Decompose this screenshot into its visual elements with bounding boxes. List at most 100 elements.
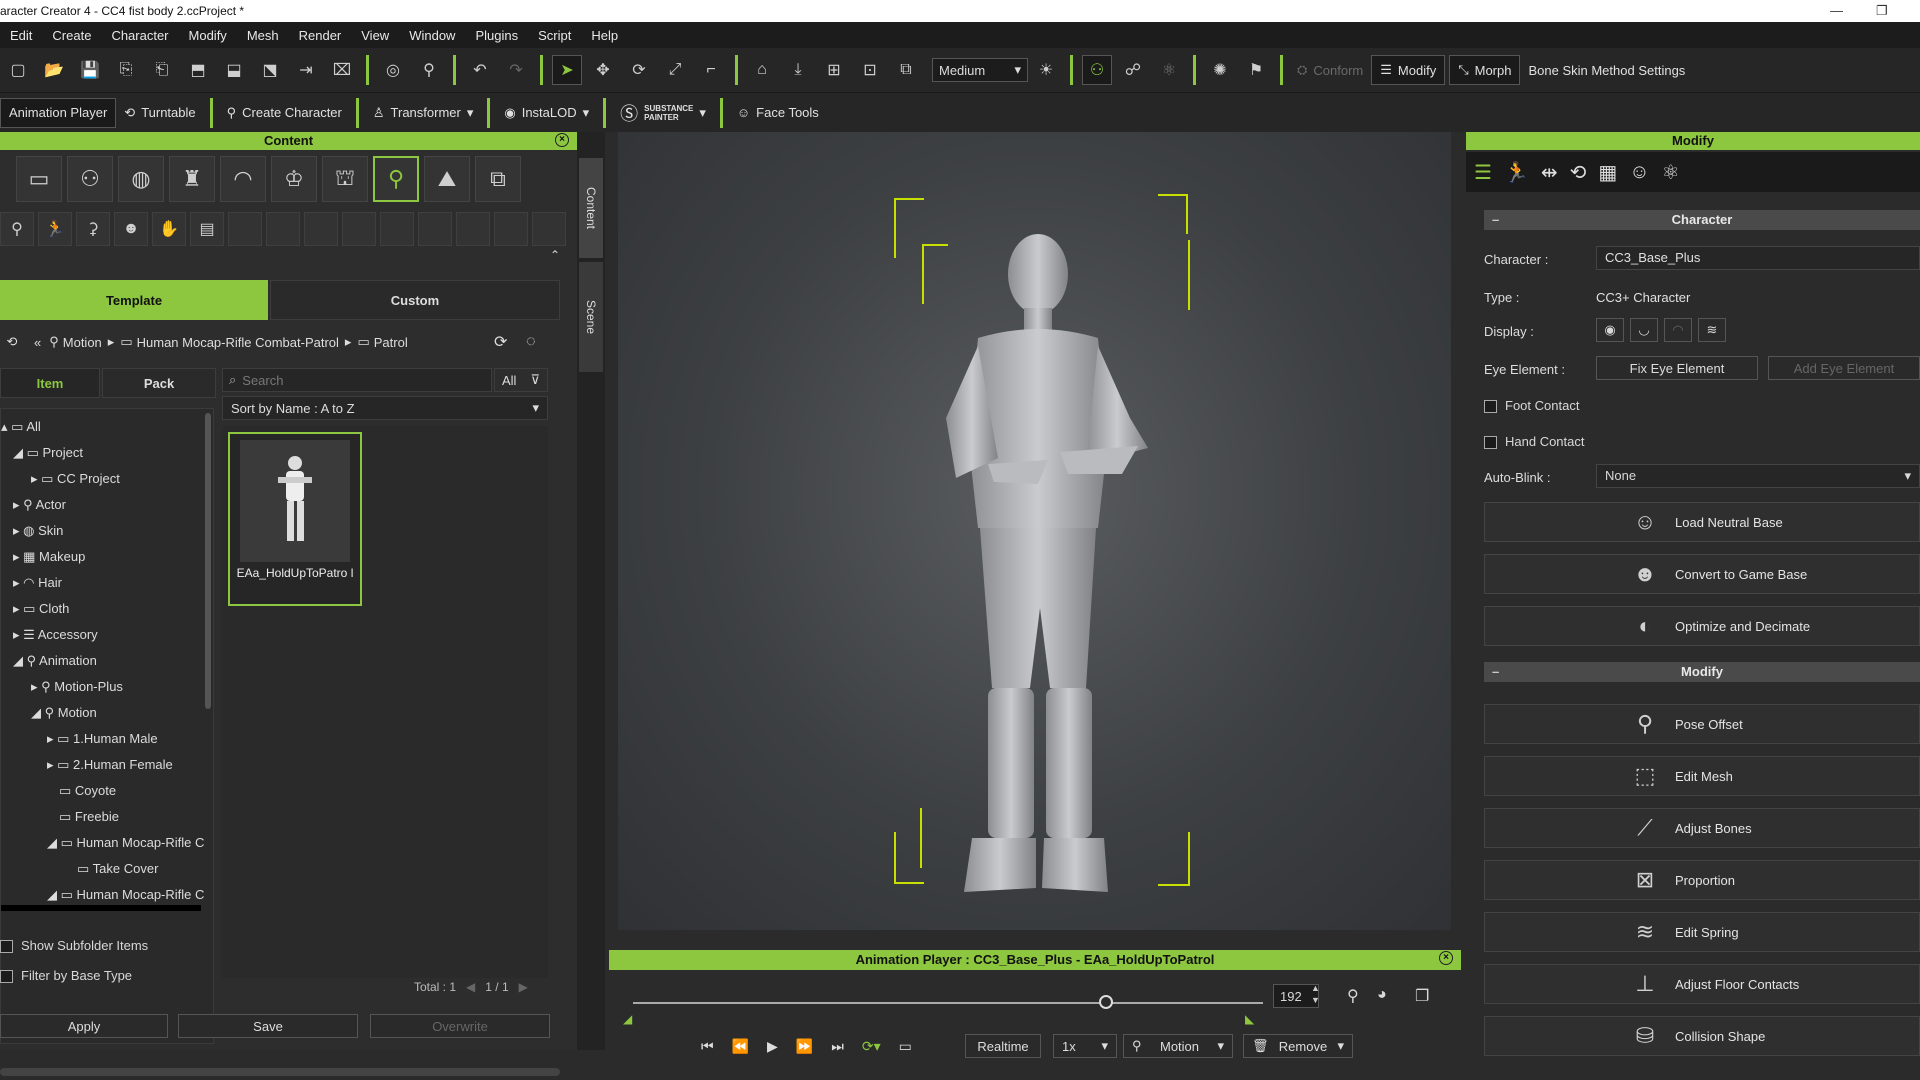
menu-edit[interactable]: Edit	[0, 28, 42, 43]
category-actor-icon[interactable]: ⚇	[67, 156, 113, 202]
add-eye-element-button[interactable]: Add Eye Element	[1768, 356, 1920, 380]
save-button[interactable]: Save	[178, 1014, 358, 1038]
person-arrow-icon[interactable]: ⚲	[414, 55, 444, 85]
tab-custom[interactable]: Custom	[270, 280, 560, 320]
menu-character[interactable]: Character	[101, 28, 178, 43]
category-skin-icon[interactable]: ◍	[118, 156, 164, 202]
character-name-field[interactable]: CC3_Base_Plus	[1596, 246, 1920, 270]
render-quality-select[interactable]: Medium ▾	[932, 58, 1028, 82]
collision-shape-button[interactable]: ⛁ Collision Shape	[1484, 1016, 1920, 1056]
redo-icon[interactable]: ↷	[501, 55, 531, 85]
subcategory-gesture-icon[interactable]: ⚳	[76, 212, 110, 246]
content-thumbnail[interactable]: EAa_HoldUpToPatro l	[228, 432, 362, 606]
category-animation-icon[interactable]: ⚲	[373, 156, 419, 202]
tree-item[interactable]: ◢ ▭ Human Mocap-Rifle C	[47, 887, 204, 903]
modify-button[interactable]: ☰ Modify	[1371, 55, 1446, 85]
screenshot-icon[interactable]: ⌧	[327, 55, 357, 85]
collapse-up-icon[interactable]: ⌃	[550, 248, 560, 262]
category-scene-icon[interactable]: ⛰	[424, 156, 470, 202]
vtab-scene[interactable]: Scene	[579, 262, 603, 372]
tree-item[interactable]: ▸ ▦ Makeup	[13, 549, 85, 565]
render-icon[interactable]: ◎	[378, 55, 408, 85]
modify-section-header[interactable]: – Modify	[1484, 662, 1920, 682]
tree-item[interactable]: ▸ ◍ Skin	[13, 523, 63, 539]
next-page-icon[interactable]: ▶	[519, 980, 528, 994]
substance-painter-button[interactable]: Ⓢ SUBSTANCE PAINTER ▾	[612, 98, 714, 128]
minimize-icon[interactable]: —	[1830, 0, 1843, 22]
checkbox-box[interactable]	[1484, 436, 1497, 450]
menu-plugins[interactable]: Plugins	[465, 28, 528, 43]
prev-page-icon[interactable]: ◀	[466, 980, 475, 994]
motion-select[interactable]: ⚲ Motion ▾	[1123, 1034, 1233, 1058]
eye-icon[interactable]: ◉	[1596, 318, 1624, 342]
instalod-button[interactable]: ◉ InstaLOD ▾	[496, 98, 597, 128]
turntable-button[interactable]: ⟲ Turntable	[116, 98, 203, 128]
menu-window[interactable]: Window	[399, 28, 465, 43]
new-file-icon[interactable]: ▢	[3, 55, 33, 85]
physics-icon[interactable]: ⚛	[1662, 160, 1680, 185]
filter-all-select[interactable]: All ⊽	[494, 368, 548, 392]
category-hair-icon[interactable]: ◠	[220, 156, 266, 202]
light-icon[interactable]: ☀	[1031, 55, 1061, 85]
edit-mesh-button[interactable]: ⬚ Edit Mesh	[1484, 756, 1920, 796]
select-icon[interactable]: ➤	[552, 55, 582, 85]
filter-base-type-checkbox[interactable]: Filter by Base Type	[0, 968, 132, 984]
physics-icon[interactable]: ⚛	[1154, 55, 1184, 85]
face-tools-button[interactable]: ☺ Face Tools	[729, 98, 827, 128]
subtab-pack[interactable]: Pack	[102, 368, 216, 398]
convert-to-game-base-button[interactable]: ☻ Convert to Game Base	[1484, 554, 1920, 594]
checkbox-box[interactable]	[0, 940, 13, 954]
category-cloth-icon[interactable]: ♜	[169, 156, 215, 202]
tree-item[interactable]: ◢ ⚲ Animation	[13, 653, 97, 669]
play-icon[interactable]: ▶	[767, 1038, 778, 1055]
go-to-start-icon[interactable]: ⏮	[701, 1038, 714, 1055]
menu-create[interactable]: Create	[42, 28, 101, 43]
rotate-icon[interactable]: ⟳	[624, 55, 654, 85]
adjust-floor-contacts-button[interactable]: ⊥ Adjust Floor Contacts	[1484, 964, 1920, 1004]
3d-viewport[interactable]	[618, 132, 1451, 930]
tree-item[interactable]: ▴ ▭ All	[1, 419, 41, 435]
speed-select[interactable]: 1x ▾	[1053, 1034, 1117, 1058]
category-stage-icon[interactable]: ⛫	[322, 156, 368, 202]
undo-icon[interactable]: ↶	[465, 55, 495, 85]
save-icon[interactable]: 💾	[75, 55, 105, 85]
morph-button[interactable]: ⤡ Morph	[1449, 55, 1521, 85]
menu-script[interactable]: Script	[528, 28, 581, 43]
checkbox-box[interactable]	[0, 970, 13, 984]
timeline-scrubber[interactable]	[1098, 995, 1113, 1009]
restore-icon[interactable]: ❐	[1876, 0, 1888, 22]
subcategory-motion-icon[interactable]: 🏃	[38, 212, 72, 246]
head-icon[interactable]: ☺	[1629, 161, 1649, 184]
tree-item[interactable]: ◢ ⚲ Motion	[31, 705, 97, 721]
transformer-button[interactable]: ♙ Transformer ▾	[365, 98, 482, 128]
tab-template[interactable]: Template	[0, 280, 268, 320]
create-character-button[interactable]: ⚲ Create Character	[219, 98, 350, 128]
foot-contact-checkbox[interactable]: Foot Contact	[1484, 398, 1579, 414]
tree-item[interactable]: ▸ ⚲ Motion-Plus	[31, 679, 123, 695]
category-props-icon[interactable]: ⧉	[475, 156, 521, 202]
tree-item[interactable]: ◢ ▭ Human Mocap-Rifle C	[47, 835, 204, 851]
flag-icon[interactable]: ⚑	[1241, 55, 1271, 85]
timeline-track[interactable]	[633, 1002, 1263, 1004]
double-chevron-left-icon[interactable]: «	[34, 335, 41, 350]
tree-item[interactable]: ▸ ▭ 2.Human Female	[47, 757, 173, 773]
export-icon[interactable]: ⎗	[147, 55, 177, 85]
collapse-icon[interactable]: –	[1492, 662, 1499, 682]
drop-to-floor-icon[interactable]: ⤓	[783, 55, 813, 85]
menu-modify[interactable]: Modify	[179, 28, 237, 43]
range-end-marker[interactable]: ◣	[1245, 1012, 1254, 1026]
close-icon[interactable]: ×	[1439, 951, 1453, 965]
window-icon[interactable]: ❐	[1415, 986, 1429, 1006]
character-section-header[interactable]: – Character	[1484, 210, 1920, 230]
options-circle-icon[interactable]: ◌	[526, 333, 536, 351]
tree-item[interactable]: ▸ ▭ 1.Human Male	[47, 731, 158, 747]
auto-blink-select[interactable]: None ▾	[1596, 464, 1920, 488]
menu-view[interactable]: View	[351, 28, 399, 43]
conform-button[interactable]: ⛭ Conform	[1289, 55, 1371, 85]
tree-item[interactable]: ▸ ▭ Cloth	[13, 601, 69, 617]
tree-item[interactable]: ▭ Freebie	[59, 809, 119, 825]
category-accessory-icon[interactable]: ♔	[271, 156, 317, 202]
subtitle-icon[interactable]: ▭	[899, 1038, 912, 1055]
fix-eye-element-button[interactable]: Fix Eye Element	[1596, 356, 1758, 380]
scale-icon[interactable]: ⤢	[660, 55, 690, 85]
